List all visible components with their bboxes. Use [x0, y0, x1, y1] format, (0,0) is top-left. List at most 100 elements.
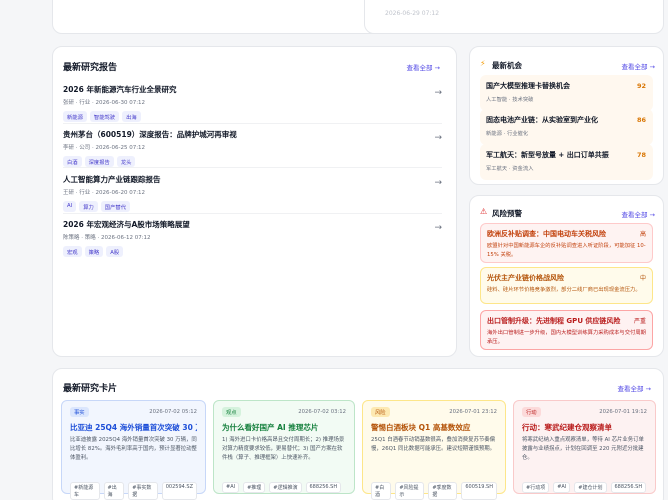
risk-level: 严重 [633, 318, 646, 325]
card-title: 比亚迪 25Q4 海外销量首次突破 30 万辆 [70, 423, 197, 432]
opportunity-score: 78 [636, 151, 646, 159]
report-tag: 智能驾驶 [89, 111, 120, 122]
card-tag: #建仓计划 [574, 482, 607, 493]
card-type-badge: 风险 [371, 407, 390, 417]
opportunity-item[interactable]: 国产大模型推理卡替换机会 人工智能 · 技术突破 92 [480, 75, 653, 111]
opportunity-item[interactable]: 军工航天：新型号放量 + 出口订单共振 军工航天 · 资金流入 78 [480, 144, 653, 180]
report-tag: 宏观 [63, 246, 82, 257]
top-card-right-timestamp: 2026-06-29 07:12 [385, 10, 440, 17]
card-tag: 002594.SZ [161, 482, 198, 500]
risk-item[interactable]: 欧洲反补贴调查：中国电动车关税风险 欧盟针对中国新能源车企的反补贴调查进入听证阶… [480, 223, 653, 263]
report-tag: 龙头 [116, 156, 136, 167]
research-card[interactable]: 风险 2026-07-01 23:12 警惕白酒板块 Q1 高基数效应 25Q1… [362, 400, 506, 500]
opportunities-title: 最新机会 [492, 61, 522, 70]
report-item[interactable]: 贵州茅台（600519）深度报告：品牌护城河再审视 李研 · 公司 · 2026… [63, 129, 442, 167]
risk-item-desc: 硅料、硅片环节价格竞争激烈，部分二线厂商已出现现金流压力。 [487, 287, 641, 293]
card-desc: 比亚迪披露 2025Q4 海外销量首次突破 30 万辆，同比增长 82%。海外毛… [70, 437, 197, 461]
report-item[interactable]: 人工智能算力产业链跟踪报告 王研 · 行业 · 2026-06-20 07:12… [63, 174, 442, 212]
report-item[interactable]: 2026 年新能源汽车行业全景研究 张研 · 行业 · 2026-06-30 0… [63, 84, 442, 122]
opportunity-title: 国产大模型推理卡替换机会 [486, 82, 570, 90]
research-card[interactable]: 观点 2026-07-02 03:12 为什么看好国产 AI 推理芯片 1) 海… [213, 400, 355, 494]
card-date: 2026-07-01 23:12 [449, 409, 497, 415]
top-card-right: 2026-06-29 07:12 [364, 0, 664, 34]
research-cards-view-all[interactable]: 查看全部 → [617, 383, 651, 393]
report-tag: 深度报告 [84, 156, 114, 167]
card-tag: #白酒 [371, 482, 392, 500]
risk-item-desc: 欧盟针对中国新能源车企的反补贴调查进入听证阶段，可能加征 10-15% 关税。 [487, 243, 646, 258]
opportunity-meta: 人工智能 · 技术突破 [486, 97, 534, 103]
report-tag: 出海 [122, 111, 141, 122]
card-tag: #新能源车 [70, 482, 100, 500]
opportunities-panel: ⚡ 最新机会 查看全部 → 国产大模型推理卡替换机会 人工智能 · 技术突破 9… [469, 46, 664, 185]
risk-level: 中 [639, 275, 646, 282]
risk-item[interactable]: 光伏主产业链价格战风险 硅料、硅片环节价格竞争激烈，部分二线厂商已出现现金流压力… [480, 267, 653, 304]
report-item[interactable]: 2026 年宏观经济与A股市场策略展望 陈策略 · 策略 · 2026-06-1… [63, 219, 442, 257]
risk-item[interactable]: 出口管制升级：先进制程 GPU 供应链风险 海外出口管制进一步升级，国内大模型训… [480, 310, 653, 350]
risk-item-title: 出口管制升级：先进制程 GPU 供应链风险 [487, 317, 621, 325]
card-tag: #推理 [243, 482, 266, 493]
risk-view-all[interactable]: 查看全部 → [621, 209, 655, 219]
report-tag: 白酒 [63, 156, 82, 167]
report-tag: 新能源 [63, 111, 87, 122]
card-tag: #逻辑推演 [269, 482, 302, 493]
card-type-badge: 事实 [70, 407, 89, 417]
risk-panel: ⚠ 风险预警 查看全部 → 欧洲反补贴调查：中国电动车关税风险 欧盟针对中国新能… [469, 195, 664, 357]
card-type-badge: 行动 [522, 407, 541, 417]
arrow-right-icon: → [434, 133, 442, 143]
card-title: 行动：寒武纪建仓观察清单 [522, 423, 612, 432]
arrow-right-icon: → [434, 88, 442, 98]
opportunities-view-all[interactable]: 查看全部 → [621, 61, 655, 71]
divider [63, 213, 442, 214]
report-meta: 陈策略 · 策略 · 2026-06-12 07:12 [63, 235, 151, 241]
risk-title: 风险预警 [492, 209, 522, 218]
report-title: 人工智能算力产业链跟踪报告 [63, 175, 161, 184]
card-tag: 600519.SH [461, 482, 497, 500]
report-tag: 算力 [79, 201, 98, 212]
card-desc: 25Q1 白酒春节动销基数很高，叠加消费复苏节奏偏慢，26Q1 同比数据可能承压… [371, 437, 496, 452]
arrow-right-icon: → [434, 223, 442, 233]
card-title: 为什么看好国产 AI 推理芯片 [222, 423, 319, 432]
risk-item-title: 欧洲反补贴调查：中国电动车关税风险 [487, 230, 606, 238]
research-cards-title: 最新研究卡片 [63, 384, 118, 394]
arrow-right-icon: → [434, 178, 442, 188]
card-desc: 1) 海外进口卡价格高昂且交付周期长；2) 推理场景对算力精度要求较低，更易替代… [222, 437, 345, 461]
opportunity-score: 86 [636, 116, 646, 124]
risk-item-desc: 海外出口管制进一步升级，国内大模型训练算力采购成本与交付周期承压。 [487, 330, 646, 345]
card-desc: 将寒武纪纳入重点观察清单，等待 AI 芯片业务订单披露与业绩拐点，计划在回调至 … [522, 437, 644, 461]
card-tag: #AI [553, 482, 571, 493]
report-tag: 策略 [84, 246, 104, 257]
card-tag: #风险提示 [395, 482, 425, 500]
latest-reports-panel: 最新研究报告 查看全部 → 2026 年新能源汽车行业全景研究 张研 · 行业 … [52, 46, 457, 357]
lightning-icon: ⚡ [480, 59, 486, 68]
opportunity-meta: 军工航天 · 资金流入 [486, 166, 534, 172]
report-title: 2026 年宏观经济与A股市场策略展望 [63, 220, 190, 229]
report-tag: 国产替代 [100, 201, 130, 212]
opportunity-title: 军工航天：新型号放量 + 出口订单共振 [486, 151, 609, 159]
card-type-badge: 观点 [222, 407, 241, 417]
risk-level: 高 [639, 231, 646, 238]
card-tag: #季度数据 [428, 482, 458, 500]
card-date: 2026-07-02 03:12 [298, 409, 346, 415]
card-tag: 688256.SH [610, 482, 647, 493]
report-meta: 李研 · 公司 · 2026-06-25 07:12 [63, 145, 146, 151]
divider [63, 123, 442, 124]
opportunity-title: 固态电池产业链：从实验室到产业化 [486, 116, 598, 124]
report-title: 贵州茅台（600519）深度报告：品牌护城河再审视 [63, 130, 237, 139]
card-date: 2026-07-02 05:12 [149, 409, 197, 415]
card-tag: #事实数据 [128, 482, 158, 500]
research-card[interactable]: 事实 2026-07-02 05:12 比亚迪 25Q4 海外销量首次突破 30… [61, 400, 206, 500]
warning-icon: ⚠ [480, 207, 488, 216]
divider [63, 167, 442, 168]
research-card[interactable]: 行动 2026-07-01 19:12 行动：寒武纪建仓观察清单 将寒武纪纳入重… [513, 400, 656, 494]
report-tag: A股 [106, 246, 124, 257]
card-tag: #行动项 [522, 482, 550, 493]
card-tag: #出海 [103, 482, 125, 500]
report-title: 2026 年新能源汽车行业全景研究 [63, 85, 177, 94]
opportunity-item[interactable]: 固态电池产业链：从实验室到产业化 新能源 · 行业催化 86 [480, 109, 653, 145]
risk-item-title: 光伏主产业链价格战风险 [487, 274, 564, 282]
card-tag: 688256.SH [305, 482, 342, 493]
latest-reports-view-all[interactable]: 查看全部 → [406, 62, 440, 72]
latest-reports-title: 最新研究报告 [63, 63, 118, 73]
report-tag: AI [63, 201, 77, 212]
card-title: 警惕白酒板块 Q1 高基数效应 [371, 423, 471, 432]
